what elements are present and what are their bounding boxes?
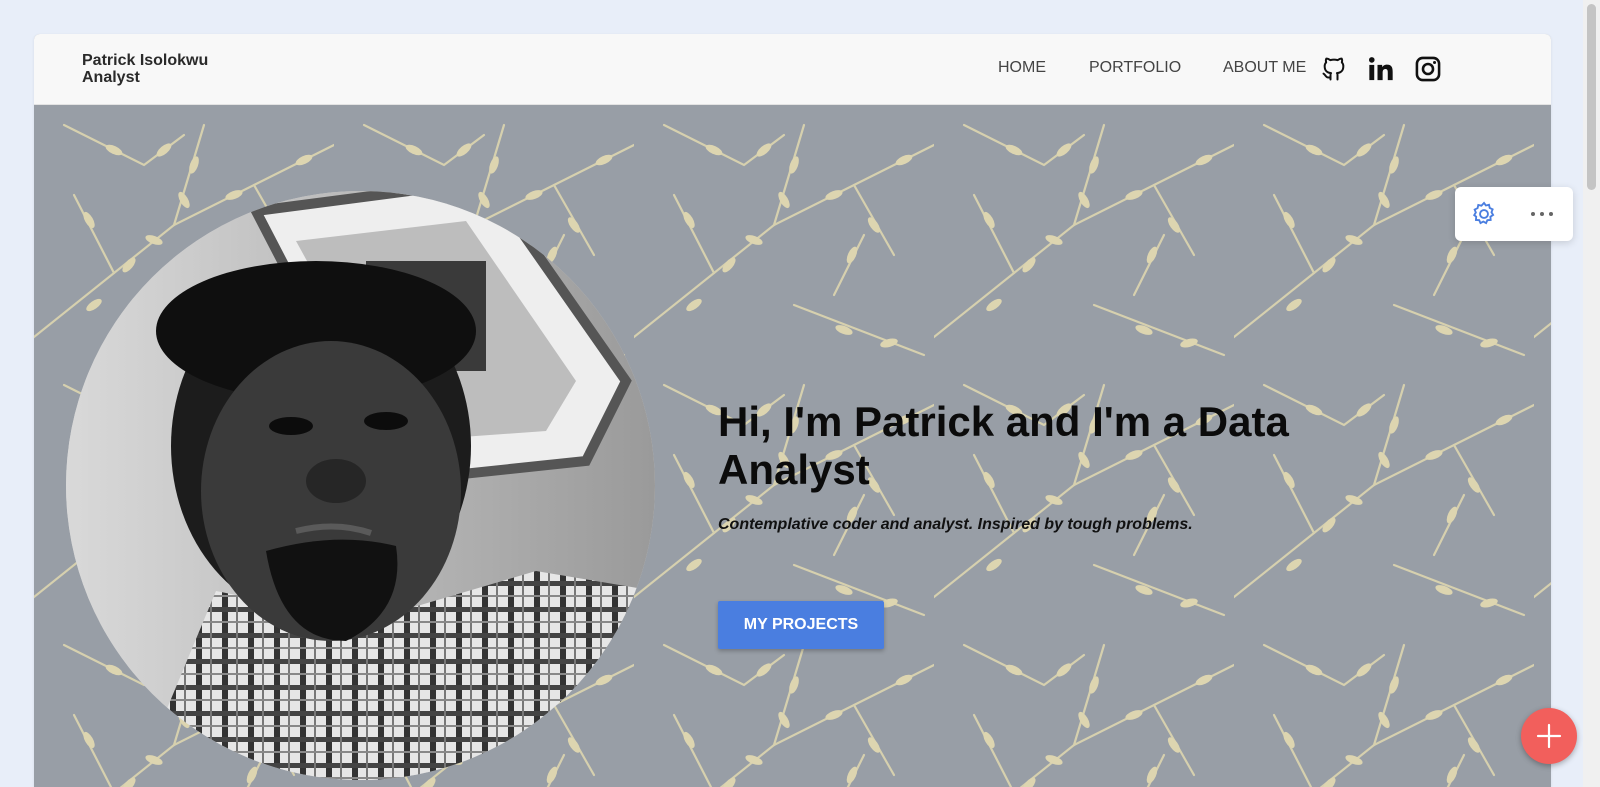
nav-home-link[interactable]: HOME xyxy=(998,59,1046,77)
nav-portfolio-link[interactable]: PORTFOLIO xyxy=(1089,59,1181,77)
my-projects-button[interactable]: MY PROJECTS xyxy=(718,601,884,649)
brand-name: Patrick Isolokwu xyxy=(82,52,209,69)
gear-icon[interactable] xyxy=(1470,200,1498,228)
navbar: Patrick Isolokwu Analyst HOME PORTFOLIO … xyxy=(34,34,1551,105)
brand-role: Analyst xyxy=(82,69,140,86)
plus-icon xyxy=(1536,723,1562,749)
more-dots-icon[interactable] xyxy=(1528,200,1556,228)
site-brand[interactable]: Patrick Isolokwu Analyst xyxy=(82,52,208,86)
add-section-button[interactable] xyxy=(1521,708,1577,764)
hero-section: Hi, I'm Patrick and I'm a Data Analyst C… xyxy=(34,105,1551,787)
site-preview: Patrick Isolokwu Analyst HOME PORTFOLIO … xyxy=(34,34,1551,787)
scrollbar-thumb[interactable] xyxy=(1587,4,1596,190)
nav-about-me-link[interactable]: ABOUT ME xyxy=(1223,59,1306,77)
section-editor-toolbar xyxy=(1455,187,1573,241)
instagram-icon[interactable] xyxy=(1414,55,1442,83)
hero-title: Hi, I'm Patrick and I'm a Data Analyst xyxy=(718,398,1289,493)
hero-text-block: Hi, I'm Patrick and I'm a Data Analyst C… xyxy=(718,398,1378,534)
linkedin-icon[interactable] xyxy=(1367,55,1395,83)
profile-photo xyxy=(66,191,655,780)
github-icon[interactable] xyxy=(1320,55,1348,83)
hero-subtitle: Contemplative coder and analyst. Inspire… xyxy=(718,516,1193,533)
